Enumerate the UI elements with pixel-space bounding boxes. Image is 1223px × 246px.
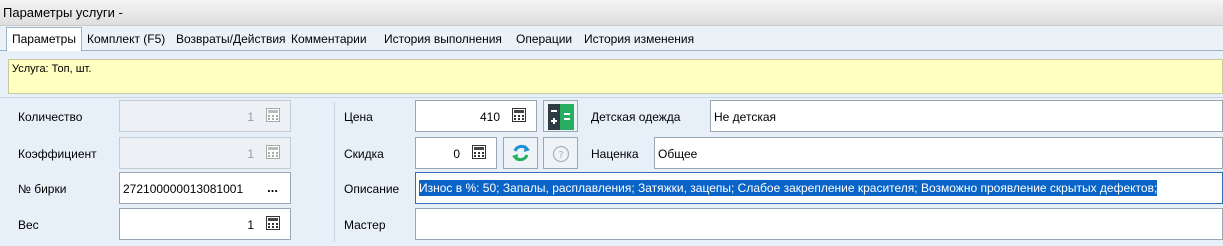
weight-field[interactable]: 1 (119, 208, 291, 240)
discount-value: 0 (453, 147, 460, 161)
children-clothes-value: Не детская (714, 110, 776, 124)
green-calculator-icon (548, 104, 574, 130)
refresh-button[interactable] (503, 137, 538, 169)
calculator-icon (266, 108, 284, 124)
weight-value: 1 (247, 218, 254, 232)
tag-number-value: 272100000013081001 (123, 182, 244, 196)
tab-kit[interactable]: Комплект (F5) (82, 29, 170, 51)
help-icon: ? (552, 145, 570, 163)
price-field[interactable]: 410 (415, 100, 537, 132)
description-field[interactable]: Износ в %: 50; Запалы, расплавления; Зат… (415, 172, 1223, 204)
window-titlebar: Параметры услуги - (0, 0, 1223, 26)
price-label: Цена (344, 110, 373, 124)
service-info-text: Услуга: Топ, шт. (12, 63, 92, 75)
master-label: Мастер (344, 218, 386, 232)
calculator-icon[interactable] (512, 108, 530, 124)
tab-comments[interactable]: Комментарии (286, 29, 372, 51)
help-button[interactable]: ? (543, 137, 578, 169)
master-field[interactable] (415, 208, 1223, 240)
quantity-field: 1 (119, 100, 291, 132)
children-clothes-field[interactable]: Не детская (710, 100, 1223, 132)
tag-number-label: № бирки (18, 182, 67, 196)
horizontal-separator (0, 97, 1223, 98)
price-calculator-button[interactable] (543, 100, 578, 132)
quantity-label: Количество (18, 110, 83, 124)
svg-text:?: ? (558, 150, 563, 161)
markup-field[interactable]: Общее (654, 137, 1223, 169)
coefficient-value: 1 (247, 147, 254, 161)
tab-bar: Параметры Комплект (F5) Возвраты/Действи… (0, 26, 1223, 51)
discount-label: Скидка (344, 147, 384, 161)
quantity-value: 1 (247, 110, 254, 124)
tab-operations[interactable]: Операции (511, 29, 577, 51)
tab-change-history[interactable]: История изменения (579, 29, 699, 51)
calculator-icon (266, 145, 284, 161)
discount-field[interactable]: 0 (415, 137, 497, 169)
calculator-icon[interactable] (472, 145, 490, 161)
tab-returns-actions[interactable]: Возвраты/Действия (171, 29, 291, 51)
vertical-separator (334, 102, 335, 242)
markup-value: Общее (658, 147, 698, 161)
markup-label: Наценка (591, 147, 639, 161)
price-value: 410 (479, 110, 500, 124)
description-label: Описание (344, 182, 400, 196)
window-title: Параметры услуги - (3, 5, 123, 20)
ellipsis-button[interactable]: ... (267, 180, 278, 195)
children-clothes-label: Детская одежда (591, 110, 681, 124)
coefficient-label: Коэффициент (18, 147, 97, 161)
weight-label: Вес (18, 218, 39, 232)
parameters-panel: Услуга: Топ, шт. Количество 1 Коэффициен… (0, 51, 1223, 246)
tag-number-field[interactable]: 272100000013081001 ... (119, 172, 291, 204)
description-value: Износ в %: 50; Запалы, расплавления; Зат… (419, 180, 1158, 196)
calculator-icon[interactable] (266, 216, 284, 232)
tab-execution-history[interactable]: История выполнения (379, 29, 507, 51)
refresh-icon (512, 144, 530, 162)
service-info-box: Услуга: Топ, шт. (8, 59, 1223, 94)
tab-parameters[interactable]: Параметры (6, 27, 82, 51)
coefficient-field: 1 (119, 137, 291, 169)
